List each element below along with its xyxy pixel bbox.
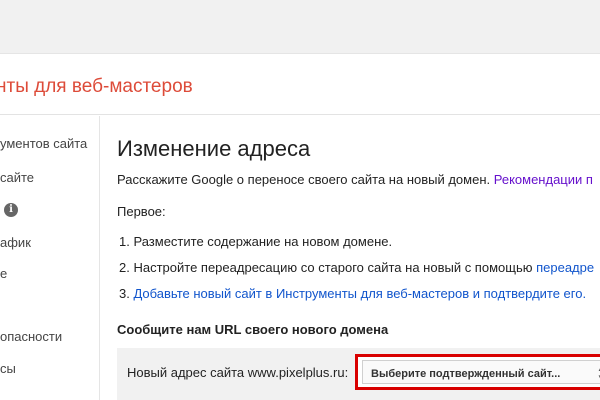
sidebar-item-traffic[interactable]: афик — [0, 235, 31, 250]
section-heading: Сообщите нам URL своего нового домена — [117, 322, 389, 337]
site-select-value: Выберите подтвержденный сайт... — [371, 368, 561, 380]
page-title: Изменение адреса — [117, 136, 311, 161]
new-domain-form: Новый адрес сайта www.pixelplus.ru: Выбе… — [117, 348, 600, 400]
add-site-link[interactable]: Добавьте новый сайт в Инструменты для ве… — [133, 286, 586, 301]
top-bar — [0, 0, 600, 54]
site-select[interactable]: Выберите подтвержденный сайт... ▲▼ — [362, 360, 600, 384]
sidebar: ументов сайта сайте i афик е опасности с… — [0, 116, 100, 400]
step-text: Настройте переадресацию со старого сайта… — [133, 260, 533, 275]
step-2: 2. Настройте переадресацию со старого са… — [119, 260, 594, 275]
step-number: 2. — [119, 260, 130, 275]
app-title: нты для веб-мастеров — [0, 76, 193, 97]
first-label: Первое: — [117, 204, 166, 219]
sidebar-item-resources[interactable]: сы — [0, 361, 16, 376]
new-site-label: Новый адрес сайта www.pixelplus.ru: — [127, 365, 349, 380]
info-icon[interactable]: i — [4, 203, 18, 217]
sidebar-item-about-site[interactable]: сайте — [0, 170, 34, 185]
intro-paragraph: Расскажите Google о переносе своего сайт… — [117, 172, 593, 187]
sidebar-item-security[interactable]: опасности — [0, 329, 62, 344]
intro-text: Расскажите Google о переносе своего сайт… — [117, 172, 491, 187]
step-1: 1. Разместите содержание на новом домене… — [119, 234, 392, 249]
sidebar-item-tools[interactable]: ументов сайта — [0, 136, 87, 151]
sidebar-item-index[interactable]: е — [0, 266, 7, 281]
main-content: Изменение адреса Расскажите Google о пер… — [117, 116, 600, 400]
redirect-link[interactable]: переадре — [536, 260, 594, 275]
recommendations-link[interactable]: Рекомендации п — [494, 172, 593, 187]
step-text: Разместите содержание на новом домене. — [133, 234, 393, 249]
step-number: 1. — [119, 234, 130, 249]
step-3: 3. Добавьте новый сайт в Инструменты для… — [119, 286, 586, 301]
site-select-highlight[interactable]: Выберите подтвержденный сайт... ▲▼ — [355, 354, 600, 390]
app-header: нты для веб-мастеров — [0, 55, 600, 115]
step-number: 3. — [119, 286, 130, 301]
